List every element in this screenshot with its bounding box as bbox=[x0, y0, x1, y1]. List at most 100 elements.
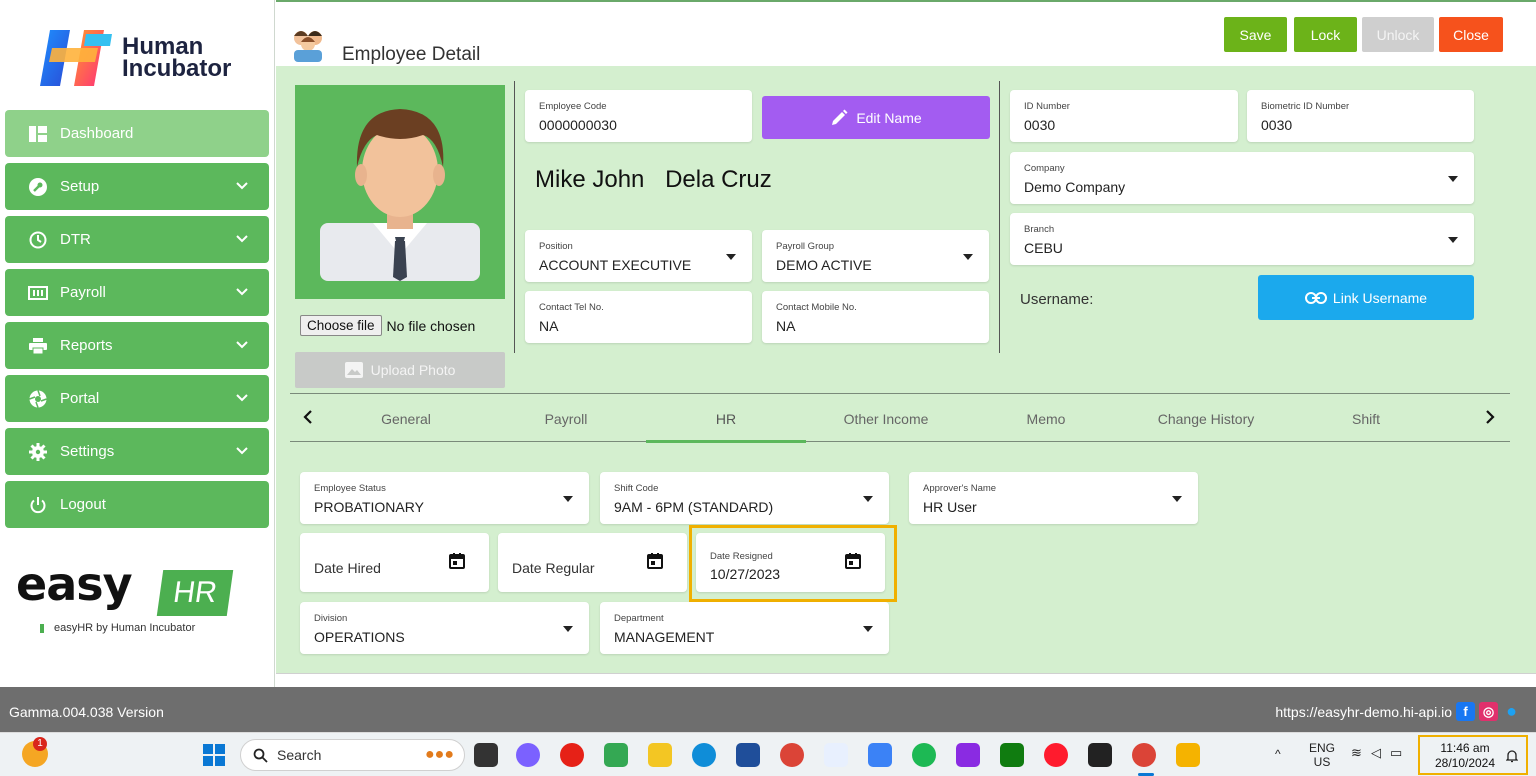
shift-code-select[interactable]: Shift Code 9AM - 6PM (STANDARD) bbox=[600, 472, 889, 524]
upload-photo-label: Upload Photo bbox=[370, 362, 456, 378]
employee-photo bbox=[295, 85, 505, 299]
page-title: Employee Detail bbox=[342, 44, 481, 65]
tab-change-history[interactable]: Change History bbox=[1126, 411, 1286, 427]
calendar-icon[interactable] bbox=[449, 553, 465, 569]
approver-name-select[interactable]: Approver's Name HR User bbox=[909, 472, 1198, 524]
biometric-id-field[interactable]: Biometric ID Number 0030 bbox=[1247, 90, 1474, 142]
active-tab-indicator bbox=[646, 440, 806, 443]
save-button[interactable]: Save bbox=[1224, 17, 1287, 52]
easyhr-logo-word: easy bbox=[16, 557, 133, 611]
tab-scroll-left-icon[interactable] bbox=[300, 408, 316, 426]
youtube-icon[interactable] bbox=[560, 743, 584, 767]
detail-tabs: General Payroll HR Other Income Memo Cha… bbox=[290, 393, 1510, 443]
chevron-up-icon[interactable]: ^ bbox=[1275, 747, 1281, 761]
company-select[interactable]: Company Demo Company bbox=[1010, 152, 1474, 204]
spotify-icon[interactable] bbox=[912, 743, 936, 767]
windows-start-icon[interactable] bbox=[203, 744, 225, 766]
sidebar-item-reports[interactable]: Reports bbox=[5, 322, 269, 369]
contact-mobile-field[interactable]: Contact Mobile No. NA bbox=[762, 291, 989, 343]
edit-name-button[interactable]: Edit Name bbox=[762, 96, 990, 139]
tab-hr[interactable]: HR bbox=[646, 411, 806, 427]
chrome-icon[interactable] bbox=[780, 743, 804, 767]
division-select[interactable]: Division OPERATIONS bbox=[300, 602, 589, 654]
sticky-notes-icon[interactable] bbox=[1088, 743, 1112, 767]
site-url[interactable]: https://easyhr-demo.hi-api.io bbox=[1275, 704, 1452, 720]
copilot-icon[interactable] bbox=[516, 743, 540, 767]
unlock-button[interactable]: Unlock bbox=[1362, 17, 1434, 52]
tab-other-income[interactable]: Other Income bbox=[806, 411, 966, 427]
store-icon[interactable] bbox=[736, 743, 760, 767]
xbox-icon[interactable] bbox=[1000, 743, 1024, 767]
clock-date: 28/10/2024 bbox=[1434, 756, 1496, 770]
clock-time: 11:46 am bbox=[1440, 741, 1490, 755]
sidebar-item-dashboard[interactable]: Dashboard bbox=[5, 110, 269, 157]
tab-scroll-right-icon[interactable] bbox=[1482, 408, 1498, 426]
volume-icon[interactable]: ◁ bbox=[1371, 745, 1381, 761]
tab-memo[interactable]: Memo bbox=[966, 411, 1126, 427]
position-select[interactable]: Position ACCOUNT EXECUTIVE bbox=[525, 230, 752, 282]
contact-tel-field[interactable]: Contact Tel No. NA bbox=[525, 291, 752, 343]
play-store-icon[interactable] bbox=[604, 743, 628, 767]
employee-detail-panel: Choose file No file chosen Upload Photo … bbox=[276, 66, 1536, 687]
upload-photo-button[interactable]: Upload Photo bbox=[295, 352, 505, 388]
sidebar-item-label: Reports bbox=[60, 337, 113, 354]
calendar-icon[interactable] bbox=[647, 553, 663, 569]
date-regular-field[interactable]: Date Regular bbox=[498, 533, 687, 592]
app-icon[interactable] bbox=[956, 743, 980, 767]
sidebar-item-payroll[interactable]: Payroll bbox=[5, 269, 269, 316]
choose-file-button[interactable]: Choose file bbox=[300, 315, 382, 336]
link-icon bbox=[1304, 291, 1327, 304]
slides-icon[interactable] bbox=[1176, 743, 1200, 767]
payroll-group-select[interactable]: Payroll Group DEMO ACTIVE bbox=[762, 230, 989, 282]
version-bar: Gamma.004.038 Version https://easyhr-dem… bbox=[0, 687, 1536, 732]
tab-payroll[interactable]: Payroll bbox=[486, 411, 646, 427]
lock-button[interactable]: Lock bbox=[1294, 17, 1357, 52]
sidebar-item-settings[interactable]: Settings bbox=[5, 428, 269, 475]
battery-icon[interactable]: ▭ bbox=[1390, 745, 1402, 761]
twitter-icon[interactable]: ● bbox=[1502, 701, 1521, 721]
dropdown-arrow-icon bbox=[863, 626, 873, 632]
brand-line-2: Incubator bbox=[122, 55, 232, 82]
id-number-field[interactable]: ID Number 0030 bbox=[1010, 90, 1238, 142]
task-view-icon[interactable] bbox=[474, 743, 498, 767]
sidebar-item-dtr[interactable]: DTR bbox=[5, 216, 269, 263]
taskbar-search-label: Search bbox=[277, 747, 322, 763]
notepad-icon[interactable] bbox=[868, 743, 892, 767]
taskbar-search[interactable]: Search ●●● bbox=[240, 739, 465, 771]
date-resigned-field[interactable]: Date Resigned 10/27/2023 bbox=[696, 533, 885, 592]
easyhr-tagline: easyHR by Human Incubator bbox=[54, 622, 196, 634]
clock[interactable]: 11:46 am 28/10/2024 bbox=[1418, 735, 1528, 775]
team-avatar-icon bbox=[294, 31, 322, 62]
file-explorer-icon[interactable] bbox=[648, 743, 672, 767]
opera-icon[interactable] bbox=[1044, 743, 1068, 767]
employee-status-select[interactable]: Employee Status PROBATIONARY bbox=[300, 472, 589, 524]
snipping-tool-icon[interactable] bbox=[824, 743, 848, 767]
edge-icon[interactable] bbox=[692, 743, 716, 767]
easyhr-logo: easy HR easyHR by Human Incubator bbox=[14, 557, 244, 645]
date-hired-field[interactable]: Date Hired bbox=[300, 533, 489, 592]
branch-select[interactable]: Branch CEBU bbox=[1010, 213, 1474, 265]
chrome-profile-icon[interactable] bbox=[1132, 743, 1156, 767]
employee-code-field[interactable]: Employee Code 0000000030 bbox=[525, 90, 752, 142]
sidebar-item-portal[interactable]: Portal bbox=[5, 375, 269, 422]
chevron-down-icon bbox=[236, 235, 248, 243]
facebook-icon[interactable]: f bbox=[1456, 702, 1475, 721]
sidebar-item-logout[interactable]: Logout bbox=[5, 481, 269, 528]
close-button[interactable]: Close bbox=[1439, 17, 1503, 52]
link-username-button[interactable]: Link Username bbox=[1258, 275, 1474, 320]
language-indicator[interactable]: ENG US bbox=[1309, 741, 1335, 769]
printer-icon bbox=[27, 336, 49, 356]
photo-file-input[interactable]: Choose file No file chosen bbox=[300, 315, 475, 336]
wifi-icon[interactable]: ≋ bbox=[1351, 745, 1362, 761]
dropdown-arrow-icon bbox=[563, 496, 573, 502]
tab-general[interactable]: General bbox=[326, 411, 486, 427]
dropdown-arrow-icon bbox=[726, 254, 736, 260]
sidebar-item-label: Settings bbox=[60, 443, 115, 460]
sidebar-item-setup[interactable]: Setup bbox=[5, 163, 269, 210]
tab-shift[interactable]: Shift bbox=[1286, 411, 1446, 427]
notification-bell-icon[interactable] bbox=[1506, 749, 1518, 763]
image-icon bbox=[344, 362, 363, 378]
department-select[interactable]: Department MANAGEMENT bbox=[600, 602, 889, 654]
calendar-icon[interactable] bbox=[845, 553, 861, 569]
instagram-icon[interactable]: ◎ bbox=[1479, 702, 1498, 721]
